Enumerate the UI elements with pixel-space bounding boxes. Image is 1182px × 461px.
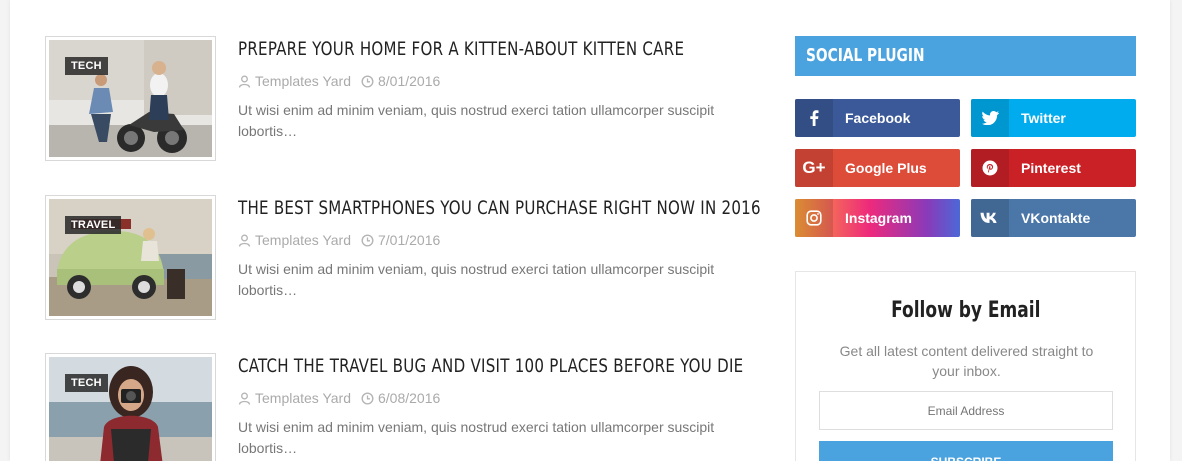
instagram-icon bbox=[795, 199, 833, 237]
pinterest-label: Pinterest bbox=[1021, 160, 1081, 176]
subscribe-button[interactable]: SUBSCRIBE bbox=[819, 441, 1113, 461]
vkontakte-label: VKontakte bbox=[1021, 210, 1091, 226]
facebook-icon bbox=[795, 99, 833, 137]
page: TECH PREPARE YOUR HOME FOR A KITTEN-ABOU… bbox=[10, 0, 1170, 461]
post-date: 7/01/2016 bbox=[377, 232, 441, 248]
google-plus-label: Google Plus bbox=[845, 160, 927, 176]
post-title[interactable]: CATCH THE TRAVEL BUG AND VISIT 100 PLACE… bbox=[238, 355, 743, 377]
post-meta: Templates Yard 7/01/2016 bbox=[238, 232, 440, 248]
facebook-button[interactable]: Facebook bbox=[795, 99, 960, 137]
post-title[interactable]: PREPARE YOUR HOME FOR A KITTEN-ABOUT KIT… bbox=[238, 38, 704, 60]
vk-icon bbox=[971, 199, 1009, 237]
post-title[interactable]: THE BEST SMARTPHONES YOU CAN PURCHASE RI… bbox=[238, 197, 761, 219]
post-thumbnail[interactable]: TECH bbox=[45, 36, 216, 161]
follow-title: Follow by Email bbox=[796, 298, 1135, 323]
follow-description: Get all latest content delivered straigh… bbox=[839, 343, 1094, 379]
social-plugin-title-text: SOCIAL PLUGIN bbox=[806, 45, 925, 66]
post-author[interactable]: Templates Yard bbox=[255, 73, 351, 89]
post-image[interactable]: TRAVEL bbox=[49, 199, 212, 316]
pinterest-icon bbox=[971, 149, 1009, 187]
post-excerpt: Ut wisi enim ad minim veniam, quis nostr… bbox=[238, 102, 715, 139]
user-icon bbox=[238, 75, 251, 88]
category-tag[interactable]: TRAVEL bbox=[65, 216, 122, 234]
post-item: TECH PREPARE YOUR HOME FOR A KITTEN-ABOU… bbox=[45, 36, 765, 162]
google-plus-button[interactable]: G+ Google Plus bbox=[795, 149, 960, 187]
email-field[interactable] bbox=[819, 391, 1113, 430]
user-icon bbox=[238, 392, 251, 405]
post-date: 8/01/2016 bbox=[377, 73, 441, 89]
clock-icon bbox=[361, 391, 374, 405]
post-image[interactable]: TECH bbox=[49, 40, 212, 157]
category-tag[interactable]: TECH bbox=[65, 57, 108, 75]
post-thumbnail[interactable]: TRAVEL bbox=[45, 195, 216, 320]
post-excerpt: Ut wisi enim ad minim veniam, quis nostr… bbox=[238, 261, 715, 298]
follow-by-email-widget: Follow by Email Get all latest content d… bbox=[795, 271, 1136, 461]
post-excerpt: Ut wisi enim ad minim veniam, quis nostr… bbox=[238, 419, 715, 456]
post-date: 6/08/2016 bbox=[377, 390, 441, 406]
post-thumbnail[interactable]: TECH bbox=[45, 353, 216, 461]
post-item: TECH CATCH THE TRAVEL BUG AND VISIT 100 … bbox=[45, 353, 765, 461]
twitter-button[interactable]: Twitter bbox=[971, 99, 1136, 137]
clock-icon bbox=[361, 74, 374, 88]
google-plus-icon: G+ bbox=[795, 149, 833, 187]
post-item: TRAVEL THE BEST SMARTPHONES YOU CAN PURC… bbox=[45, 195, 765, 321]
post-author[interactable]: Templates Yard bbox=[255, 232, 351, 248]
facebook-label: Facebook bbox=[845, 110, 911, 126]
clock-icon bbox=[361, 233, 374, 247]
post-author[interactable]: Templates Yard bbox=[255, 390, 351, 406]
follow-title-text: Follow by Email bbox=[890, 298, 1041, 323]
twitter-label: Twitter bbox=[1021, 110, 1066, 126]
post-meta: Templates Yard 8/01/2016 bbox=[238, 73, 440, 89]
twitter-icon bbox=[971, 99, 1009, 137]
category-tag[interactable]: TECH bbox=[65, 374, 108, 392]
instagram-button[interactable]: Instagram bbox=[795, 199, 960, 237]
pinterest-button[interactable]: Pinterest bbox=[971, 149, 1136, 187]
user-icon bbox=[238, 234, 251, 247]
post-meta: Templates Yard 6/08/2016 bbox=[238, 390, 440, 406]
vkontakte-button[interactable]: VKontakte bbox=[971, 199, 1136, 237]
post-image[interactable]: TECH bbox=[49, 357, 212, 461]
social-plugin-title: SOCIAL PLUGIN bbox=[795, 36, 1136, 76]
instagram-label: Instagram bbox=[845, 210, 912, 226]
